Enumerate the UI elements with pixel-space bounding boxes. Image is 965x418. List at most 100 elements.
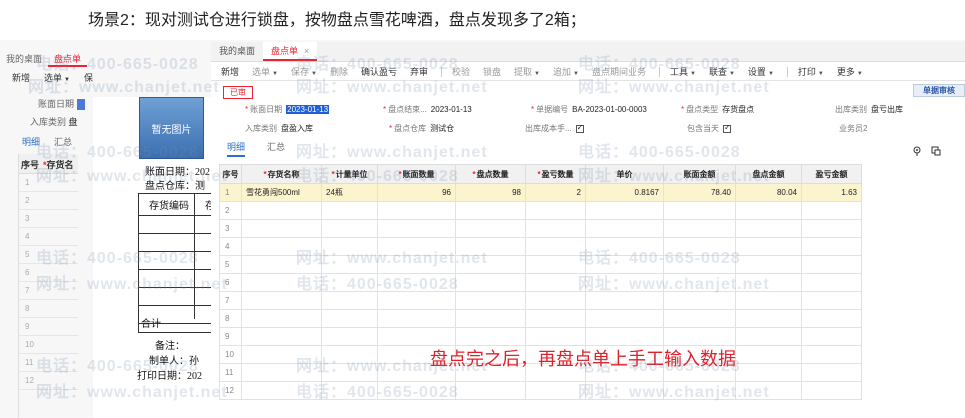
bg-select-button[interactable]: 选单 ▼ — [44, 71, 70, 84]
table-cell[interactable] — [455, 219, 526, 238]
table-cell[interactable] — [321, 255, 378, 274]
table-cell[interactable] — [241, 255, 322, 274]
table-row[interactable]: 2 — [219, 201, 862, 220]
table-cell[interactable] — [801, 291, 862, 310]
cell-book-qty[interactable]: 96 — [377, 183, 456, 202]
print-menu[interactable]: 打印 ▼ — [798, 65, 824, 78]
table-cell[interactable] — [321, 273, 378, 292]
table-cell[interactable] — [241, 381, 322, 400]
table-row[interactable]: 12 — [219, 381, 862, 400]
table-cell[interactable] — [455, 291, 526, 310]
table-cell[interactable] — [735, 363, 802, 382]
bg-new-button[interactable]: 新增 — [12, 71, 30, 84]
table-cell[interactable] — [455, 309, 526, 328]
table-cell[interactable] — [321, 219, 378, 238]
location-pin-icon[interactable] — [912, 146, 922, 156]
table-cell[interactable] — [735, 327, 802, 346]
table-cell[interactable] — [801, 363, 862, 382]
salesman-label[interactable]: 业务员2 — [839, 124, 867, 133]
table-cell[interactable] — [801, 255, 862, 274]
table-cell[interactable] — [455, 237, 526, 256]
table-cell[interactable] — [735, 255, 802, 274]
table-row[interactable]: 8 — [219, 309, 862, 328]
tab-count-sheet[interactable]: 盘点单 × — [263, 42, 318, 61]
doc-number-input[interactable]: BA-2023-01-00-0003 — [572, 105, 647, 114]
table-cell[interactable] — [585, 219, 664, 238]
in-type-input[interactable]: 盘盈入库 — [281, 124, 313, 133]
select-bill-button[interactable]: 选单 ▼ — [252, 65, 278, 78]
table-cell[interactable] — [525, 291, 586, 310]
table-cell[interactable] — [241, 327, 322, 346]
table-cell[interactable] — [801, 309, 862, 328]
table-cell[interactable] — [735, 381, 802, 400]
table-cell[interactable] — [801, 273, 862, 292]
table-cell[interactable] — [377, 381, 456, 400]
cell-count-amount[interactable]: 80.04 — [735, 183, 802, 202]
extract-button[interactable]: 提取 ▼ — [514, 65, 540, 78]
append-button[interactable]: 追加 ▼ — [553, 65, 579, 78]
audit-button[interactable]: 单据审核 — [913, 84, 965, 97]
end-date-input[interactable]: 2023-01-13 — [431, 105, 472, 114]
bg-save-button[interactable]: 保 — [84, 71, 93, 84]
table-cell[interactable] — [585, 381, 664, 400]
warehouse-input[interactable]: 测试仓 — [430, 124, 454, 133]
save-button[interactable]: 保存 ▼ — [291, 65, 317, 78]
unaudit-button[interactable]: 弃审 — [410, 65, 428, 78]
table-cell[interactable] — [241, 201, 322, 220]
table-cell[interactable] — [321, 327, 378, 346]
tab-detail[interactable]: 明细 — [227, 140, 246, 157]
table-cell[interactable] — [735, 273, 802, 292]
cell-item-name[interactable]: 雪花勇闯500ml — [241, 183, 322, 202]
table-row[interactable]: 7 — [219, 291, 862, 310]
table-cell[interactable] — [525, 273, 586, 292]
table-cell[interactable] — [377, 201, 456, 220]
table-cell[interactable] — [663, 291, 736, 310]
table-cell[interactable] — [585, 273, 664, 292]
table-cell[interactable] — [525, 309, 586, 328]
table-cell[interactable] — [663, 273, 736, 292]
table-cell[interactable] — [455, 327, 526, 346]
table-cell[interactable] — [525, 237, 586, 256]
table-cell[interactable] — [525, 201, 586, 220]
table-cell[interactable] — [735, 219, 802, 238]
table-cell[interactable] — [663, 201, 736, 220]
table-cell[interactable] — [377, 237, 456, 256]
table-cell[interactable] — [735, 201, 802, 220]
table-cell[interactable] — [321, 345, 378, 364]
layout-toggle-icon[interactable] — [931, 146, 941, 156]
cell-book-amount[interactable]: 78.40 — [663, 183, 736, 202]
table-cell[interactable] — [377, 309, 456, 328]
table-cell[interactable] — [455, 201, 526, 220]
table-cell[interactable] — [455, 381, 526, 400]
table-cell[interactable] — [241, 363, 322, 382]
include-day-checkbox[interactable] — [723, 123, 731, 133]
bg-in-type-value[interactable]: 盘 — [69, 117, 78, 127]
table-cell[interactable] — [321, 363, 378, 382]
tab-summary[interactable]: 汇总 — [267, 140, 285, 157]
table-cell[interactable] — [525, 327, 586, 346]
table-cell[interactable] — [663, 237, 736, 256]
table-cell[interactable] — [321, 291, 378, 310]
table-cell[interactable] — [735, 291, 802, 310]
bg-tab-count-sheet[interactable]: 盘点单 — [48, 51, 88, 67]
cell-unit[interactable]: 24瓶 — [321, 183, 378, 202]
table-cell[interactable] — [801, 219, 862, 238]
cell-diff-amount[interactable]: 1.63 — [801, 183, 862, 202]
table-cell[interactable] — [735, 309, 802, 328]
table-cell[interactable] — [241, 309, 322, 328]
table-cell[interactable] — [585, 255, 664, 274]
table-cell[interactable] — [321, 309, 378, 328]
bg-tab-desktop[interactable]: 我的桌面 — [0, 51, 48, 67]
lock-count-button[interactable]: 锁盘 — [483, 65, 501, 78]
table-cell[interactable] — [801, 327, 862, 346]
table-cell[interactable] — [663, 309, 736, 328]
cell-unit-price[interactable]: 0.8167 — [585, 183, 664, 202]
out-cost-manual-checkbox[interactable] — [575, 123, 584, 133]
table-cell[interactable] — [241, 219, 322, 238]
table-cell[interactable] — [801, 345, 862, 364]
table-cell[interactable] — [585, 291, 664, 310]
tab-my-desktop[interactable]: 我的桌面 — [211, 42, 263, 61]
more-menu[interactable]: 更多 ▼ — [837, 65, 863, 78]
table-cell[interactable] — [663, 381, 736, 400]
table-row[interactable]: 5 — [219, 255, 862, 274]
